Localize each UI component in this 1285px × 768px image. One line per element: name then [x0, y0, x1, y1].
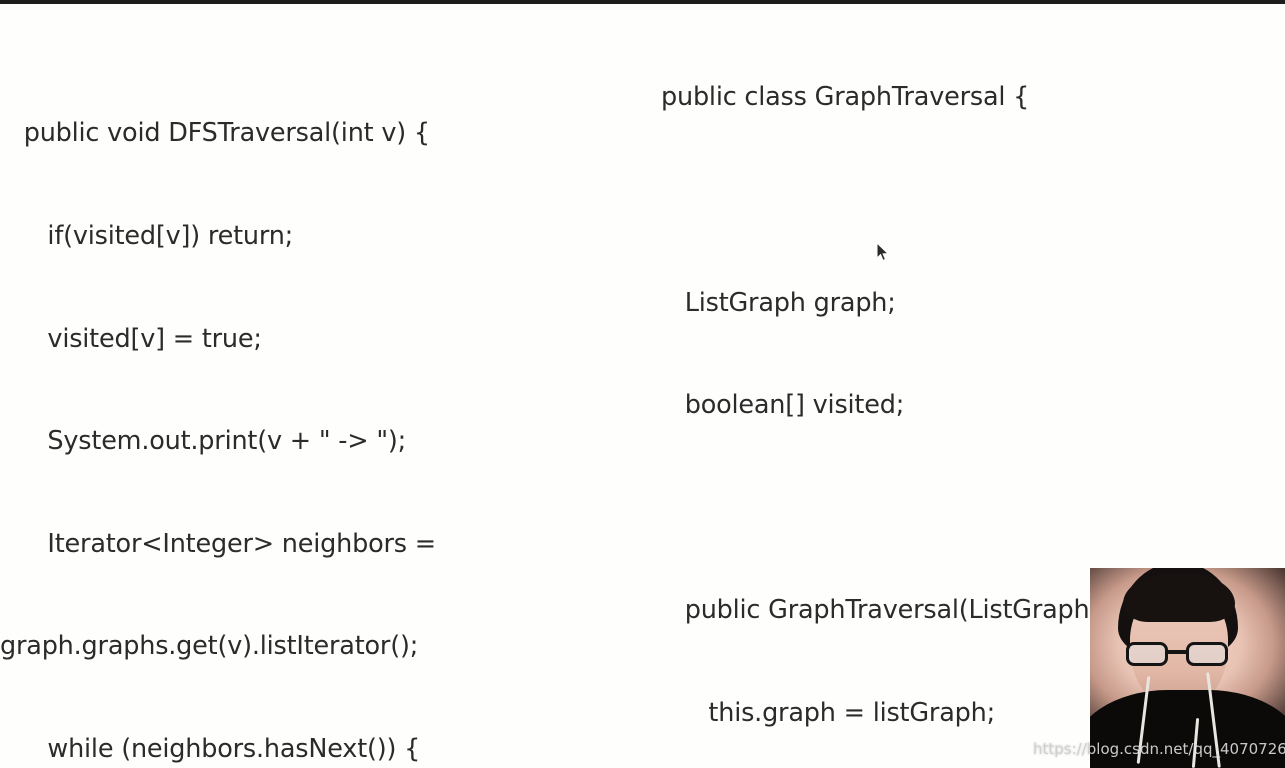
code-block-dfs-methods: public void DFSTraversal(int v) { if(vis… — [0, 48, 660, 768]
code-line: while (neighbors.hasNext()) { — [0, 733, 421, 764]
code-line: boolean[] visited; — [661, 390, 905, 421]
url-watermark-overlap: https://blog.csdn.net/qq_40707269 — [1033, 740, 1090, 758]
code-line: Iterator<Integer> neighbors = — [0, 528, 436, 559]
code-line: graph.graphs.get(v).listIterator(); — [0, 631, 419, 662]
frame-top-bar — [0, 0, 1285, 4]
code-line: System.out.print(v + " -> "); — [0, 426, 407, 457]
code-line: visited[v] = true; — [0, 323, 262, 354]
presenter-webcam — [1090, 568, 1285, 768]
video-frame: public void DFSTraversal(int v) { if(vis… — [0, 0, 1285, 768]
mouse-cursor — [876, 242, 890, 262]
code-line: if(visited[v]) return; — [0, 221, 294, 251]
code-line: ListGraph graph; — [661, 287, 896, 318]
webcam-fringe — [1123, 574, 1235, 622]
code-line: public void DFSTraversal(int v) { — [0, 118, 430, 149]
glasses-icon — [1124, 642, 1236, 668]
code-line: public class GraphTraversal { — [661, 82, 1030, 113]
